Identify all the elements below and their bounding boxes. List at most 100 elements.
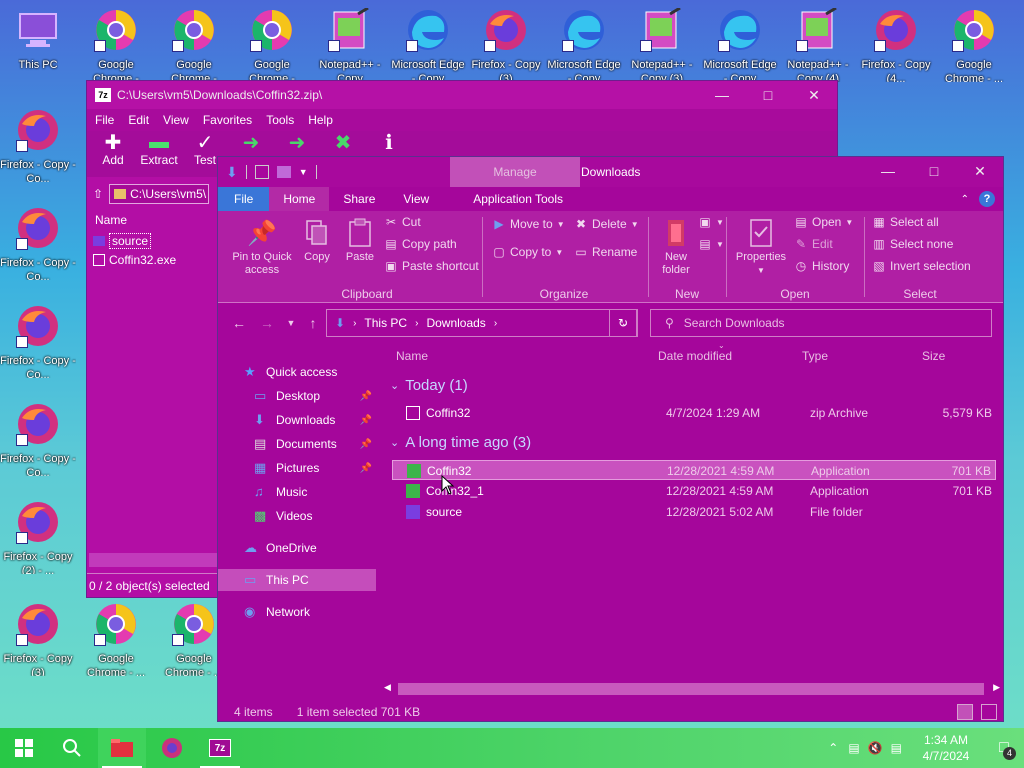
menu-tools[interactable]: Tools <box>266 113 294 127</box>
desktop-icon-chrome[interactable]: Google Chrome - <box>234 4 310 82</box>
properties-qat-icon[interactable] <box>254 165 269 179</box>
file-group-header[interactable]: ⌄ A long time ago (3) <box>390 434 531 451</box>
desktop-icon-firefox[interactable]: Firefox - Copy (3) <box>0 598 76 676</box>
select-all-button[interactable]: ▦ Select all <box>872 215 938 229</box>
menu-help[interactable]: Help <box>308 113 333 127</box>
refresh-button[interactable]: ↻ <box>609 309 637 337</box>
delete-button[interactable]: ✖ Delete ▼ <box>574 217 639 231</box>
edit-button[interactable]: ✎ Edit <box>794 237 833 251</box>
7zip-horizontal-scrollbar[interactable] <box>89 553 219 567</box>
copy-button[interactable]: Copy <box>300 215 334 264</box>
7zip-file-list[interactable]: Name source Coffin32.exe <box>87 209 219 569</box>
file-row[interactable]: Coffin32_1 12/28/2021 4:59 AM Application 7… <box>392 481 996 501</box>
tab-home[interactable]: Home <box>269 187 330 211</box>
desktop-icon-edge[interactable]: Microsoft Edge - Copy <box>702 4 778 82</box>
minimize-button[interactable]: — <box>865 157 911 185</box>
tab-file[interactable]: File <box>218 187 270 211</box>
start-button[interactable] <box>0 728 48 768</box>
tab-view[interactable]: View <box>389 187 443 211</box>
desktop-icon-chrome[interactable]: Google Chrome - ... <box>936 4 1012 82</box>
easy-access-button[interactable]: ▤ ▼ <box>698 237 724 251</box>
desktop-icon-chrome[interactable]: Google Chrome - ... <box>78 598 154 676</box>
desktop-icon-firefox[interactable]: Firefox - Copy (4... <box>858 4 934 82</box>
tab-share[interactable]: Share <box>329 187 389 211</box>
network-tray-icon[interactable]: ▤ <box>848 741 859 755</box>
desktop-icon-chrome[interactable]: Google Chrome - <box>78 4 154 82</box>
7zip-titlebar[interactable]: 7z C:\Users\vm5\Downloads\Coffin32.zip\ … <box>87 81 837 109</box>
open-button[interactable]: ▤ Open ▼ <box>794 215 853 229</box>
desktop-icon-edge[interactable]: Microsoft Edge - Copy <box>546 4 622 82</box>
desktop-icon-firefox[interactable]: Firefox - Copy (3) <box>468 4 544 82</box>
desktop-icon-firefox[interactable]: Firefox - Copy - Co... <box>0 104 76 182</box>
toolbar-button-extract[interactable]: ▬ Extract <box>139 131 179 177</box>
nav-item-quick-access[interactable]: ★ Quick access <box>218 361 376 383</box>
input-indicator-icon[interactable]: ▤ <box>891 741 902 755</box>
desktop-icon-firefox[interactable]: Firefox - Copy - Co... <box>0 398 76 476</box>
search-box[interactable]: ⚲ Search Downloads <box>650 309 992 337</box>
properties-button[interactable]: Properties ▼ <box>732 215 790 277</box>
nav-item-network[interactable]: ◉ Network <box>218 601 376 623</box>
breadcrumb-this-pc[interactable]: This PC <box>364 316 407 330</box>
maximize-button[interactable]: □ <box>911 157 957 185</box>
new-folder-button[interactable]: New folder <box>654 215 698 277</box>
explorer-window[interactable]: ⬇ ▼ Manage Downloads — □ ✕ File Home Sha… <box>217 156 1004 722</box>
nav-item-onedrive[interactable]: ☁ OneDrive <box>218 537 376 559</box>
rename-button[interactable]: ▭ Rename <box>574 245 637 259</box>
taskbar-search-button[interactable] <box>48 728 96 768</box>
menu-favorites[interactable]: Favorites <box>203 113 252 127</box>
toolbar-button-add[interactable]: ✚ Add <box>93 131 133 177</box>
details-view-icon[interactable] <box>957 704 973 720</box>
taskbar-clock[interactable]: 1:34 AM 4/7/2024 <box>908 732 984 764</box>
volume-muted-icon[interactable]: 🔇 <box>868 741 883 755</box>
7zip-file-row[interactable]: source <box>87 231 219 250</box>
new-item-button[interactable]: ▣ ▼ <box>698 215 724 229</box>
show-hidden-icons-chevron-icon[interactable]: ⌃ <box>828 741 838 755</box>
maximize-button[interactable]: □ <box>745 81 791 109</box>
copy-path-button[interactable]: ▤ Copy path <box>384 237 456 251</box>
nav-item-music[interactable]: ♫ Music <box>218 481 376 503</box>
file-row[interactable]: Coffin32 12/28/2021 4:59 AM Application 701… <box>392 460 996 480</box>
taskbar-file-explorer[interactable] <box>98 728 146 768</box>
menu-edit[interactable]: Edit <box>128 113 149 127</box>
nav-item-this-pc[interactable]: ▭ This PC <box>218 569 376 591</box>
desktop-icon-firefox[interactable]: Firefox - Copy - Co... <box>0 300 76 378</box>
notification-center-button[interactable]: □ 4 <box>984 728 1024 768</box>
column-date-modified[interactable]: Date modified <box>658 349 732 363</box>
horizontal-scrollbar[interactable]: ◀ ▶ <box>382 681 1002 697</box>
taskbar-firefox[interactable] <box>148 728 196 768</box>
help-icon[interactable]: ? <box>979 191 995 207</box>
desktop-icon-notepad[interactable]: Notepad++ - Copy (3) <box>624 4 700 82</box>
collapse-ribbon-icon[interactable]: ⌃ <box>961 194 969 205</box>
copy-to-button[interactable]: ▢ Copy to ▼ <box>492 245 563 259</box>
paste-button[interactable]: Paste <box>340 215 380 264</box>
menu-file[interactable]: File <box>95 113 114 127</box>
desktop-icon-firefox[interactable]: Firefox - Copy (2) - ... <box>0 496 76 574</box>
new-folder-qat-icon[interactable] <box>276 166 291 178</box>
up-folder-icon[interactable]: ⇧ <box>93 187 103 201</box>
large-icons-view-icon[interactable] <box>981 704 997 720</box>
tab-application-tools[interactable]: Application Tools <box>443 187 577 211</box>
scroll-right-icon[interactable]: ▶ <box>993 682 1000 693</box>
desktop-icon-notepad[interactable]: Notepad++ - Copy <box>312 4 388 82</box>
paste-shortcut-button[interactable]: ▣ Paste shortcut <box>384 259 478 273</box>
pin-quick-access-button[interactable]: 📌 Pin to Quick access <box>226 215 298 277</box>
desktop-icon-edge[interactable]: Microsoft Edge - Copy <box>390 4 466 82</box>
file-row[interactable]: Coffin32 4/7/2024 1:29 AM zip Archive 5,579… <box>392 403 996 423</box>
select-none-button[interactable]: ▥ Select none <box>872 237 953 251</box>
nav-item-documents[interactable]: ▤ Documents 📌 <box>218 433 376 455</box>
7zip-column-name[interactable]: Name <box>87 209 219 231</box>
invert-selection-button[interactable]: ▧ Invert selection <box>872 259 970 273</box>
minimize-button[interactable]: — <box>699 81 745 109</box>
nav-item-pictures[interactable]: ▦ Pictures 📌 <box>218 457 376 479</box>
breadcrumb-downloads[interactable]: Downloads <box>426 316 485 330</box>
column-type[interactable]: Type <box>802 349 828 363</box>
explorer-titlebar[interactable]: ⬇ ▼ Manage Downloads — □ ✕ <box>218 157 1003 187</box>
up-arrow-icon[interactable]: ↑ <box>304 313 322 333</box>
7zip-file-row[interactable]: Coffin32.exe <box>87 250 219 269</box>
desktop-icon-pc[interactable]: This PC <box>0 4 76 82</box>
column-name[interactable]: Name <box>396 349 428 363</box>
recent-locations-chevron-icon[interactable]: ▼ <box>282 313 300 333</box>
taskbar-7zip[interactable]: 7z <box>196 728 244 768</box>
file-list[interactable]: Name Date modified Type Size ⌄ ⌄ Today (1… <box>388 341 1000 693</box>
menu-view[interactable]: View <box>163 113 189 127</box>
